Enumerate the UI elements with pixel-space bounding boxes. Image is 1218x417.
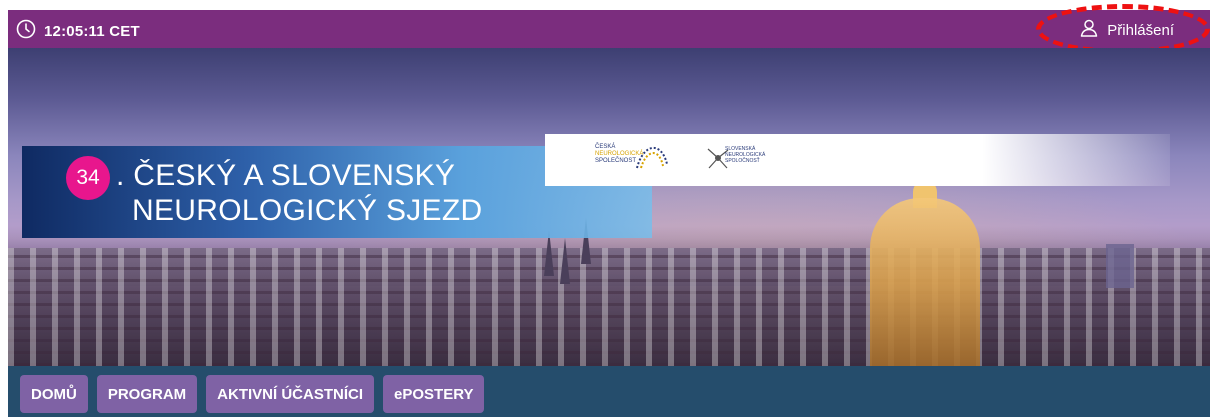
nav-item-active-participants[interactable]: AKTIVNÍ ÚČASTNÍCI <box>206 375 375 413</box>
clock-icon <box>16 19 36 44</box>
clock: 12:05:11 CET <box>16 19 140 44</box>
edition-number: 34 <box>76 166 100 189</box>
slovak-logo-line3: SPOLOČNOSŤ <box>725 158 760 164</box>
main-nav: DOMŮ PROGRAM AKTIVNÍ ÚČASTNÍCI ePOSTERY <box>8 366 1210 417</box>
logo-panel: ČESKÁ NEUROLOGICKÁ SPOLEČNOST SLOVENSKÁ … <box>545 134 1170 186</box>
login-label: Přihlášení <box>1107 22 1174 39</box>
current-time: 12:05:11 <box>44 23 105 40</box>
edition-badge: 34 <box>66 156 110 200</box>
clock-text: 12:05:11 CET <box>44 23 140 40</box>
tower-building <box>1106 244 1134 288</box>
nav-item-eposters[interactable]: ePOSTERY <box>383 375 485 413</box>
nav-item-home[interactable]: DOMŮ <box>20 375 88 413</box>
top-bar: 12:05:11 CET Přihlášení <box>8 10 1210 48</box>
timezone: CET <box>109 23 140 40</box>
city-skyline <box>8 248 1210 366</box>
slovak-society-logo: SLOVENSKÁ NEUROLOGICKÁ SPOLOČNOSŤ <box>725 146 765 164</box>
banner: 34 . ČESKÝ A SLOVENSKÝ NEUROLOGICKÝ SJEZ… <box>8 48 1210 366</box>
title-dot: . <box>116 159 134 192</box>
nav-item-program[interactable]: PROGRAM <box>96 375 198 413</box>
illuminated-church <box>870 198 980 366</box>
title-line-1: . ČESKÝ A SLOVENSKÝ <box>116 159 455 193</box>
nav-items: DOMŮ PROGRAM AKTIVNÍ ÚČASTNÍCI ePOSTERY <box>20 375 485 413</box>
czech-logo-mark <box>636 146 668 169</box>
user-icon <box>1079 18 1099 43</box>
title-line-2: NEUROLOGICKÝ SJEZD <box>132 194 483 227</box>
login-link[interactable]: Přihlášení <box>1079 18 1174 43</box>
page: 12:05:11 CET Přihlášení 34 . ČESKÝ A SLO… <box>0 0 1218 417</box>
church-spire <box>560 238 570 284</box>
title-line-1-text: ČESKÝ A SLOVENSKÝ <box>133 159 456 192</box>
